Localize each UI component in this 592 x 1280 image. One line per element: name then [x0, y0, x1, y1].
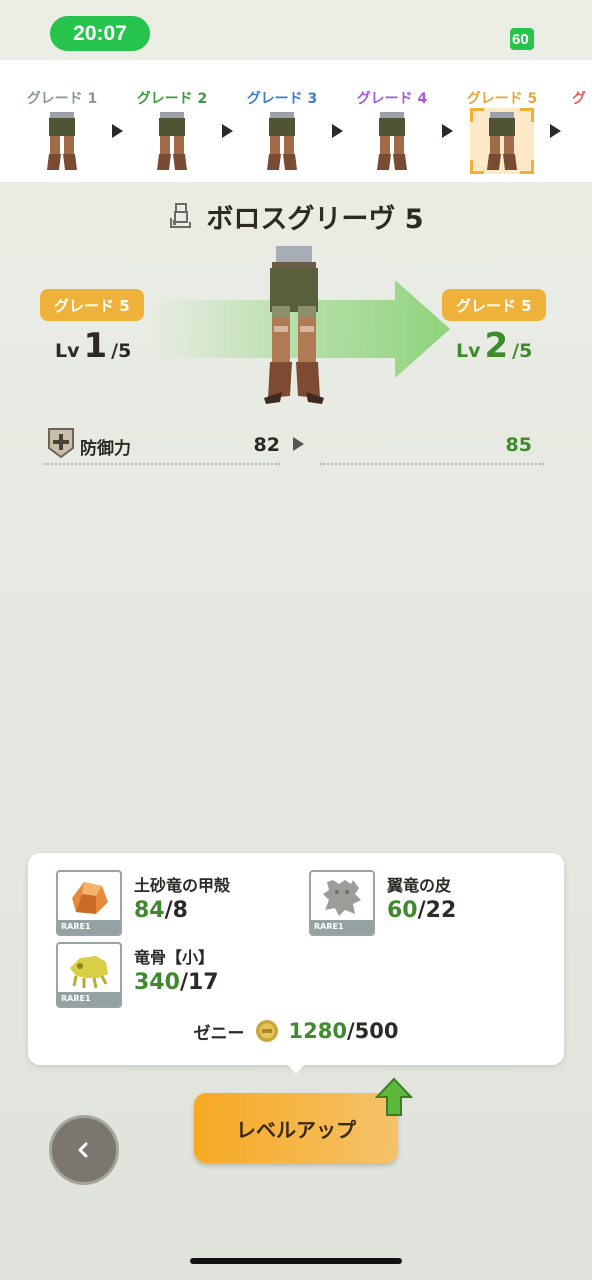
grade-tab-2[interactable]: グレード 2 — [122, 88, 222, 178]
up-arrow-icon — [375, 1077, 413, 1116]
grade-tab-label: グレード 4 — [356, 91, 428, 107]
chevron-left-icon — [78, 1142, 88, 1158]
divider — [44, 463, 280, 465]
material-count: 60/22 — [387, 898, 456, 923]
zeny-label: ゼニー — [193, 1023, 245, 1044]
next-grade-badge: グレード 5 — [442, 289, 546, 321]
material-need: /22 — [417, 898, 457, 923]
next-level-value: 2 — [484, 326, 509, 366]
next-level: Lv 2 /5 — [456, 326, 532, 366]
zeny-cost-row: ゼニー 1280/500 — [28, 1014, 564, 1048]
grade-tab-6[interactable]: グ — [572, 88, 592, 178]
grade-tab-3[interactable]: グレード 3 — [232, 88, 332, 178]
strip-arrow-icon — [550, 124, 561, 138]
greaves-thumbnail-icon — [487, 112, 517, 170]
panel-pointer — [286, 1063, 306, 1074]
zeny-coin-icon — [255, 1020, 278, 1042]
material-icon-box: RARE1 — [309, 870, 375, 936]
grade-selector-strip: グレード 1 グレード 2 グレード 3 グレード 4 グレード 5 グ — [0, 60, 592, 182]
equipment-title-row: ボロスグリーヴ 5 — [0, 196, 592, 236]
greaves-thumbnail-icon — [47, 112, 77, 170]
stat-arrow-icon — [293, 437, 304, 451]
grade-tab-label: グレード 3 — [246, 91, 318, 107]
current-level-max: /5 — [111, 340, 132, 362]
material-need: /17 — [179, 970, 219, 995]
current-grade-badge: グレード 5 — [40, 289, 144, 321]
current-level: Lv 1 /5 — [55, 326, 131, 366]
material-name: 土砂竜の甲殻 — [134, 876, 231, 895]
shell-material-icon — [72, 882, 108, 914]
material-have: 84 — [134, 898, 165, 923]
level-up-button[interactable]: レベルアップ — [194, 1093, 398, 1163]
material-need: /8 — [164, 898, 188, 923]
lv-prefix: Lv — [456, 340, 481, 362]
rarity-label: RARE1 — [311, 920, 373, 934]
material-item[interactable]: RARE1 翼竜の皮 60/22 — [309, 870, 549, 936]
greaves-thumbnail-icon — [267, 112, 297, 170]
back-button[interactable] — [49, 1115, 119, 1185]
grade-tab-label: グレード 1 — [26, 91, 98, 107]
material-item[interactable]: RARE1 土砂竜の甲殻 84/8 — [56, 870, 296, 936]
materials-panel: RARE1 土砂竜の甲殻 84/8 RARE1 翼竜の皮 60/22 RARE1… — [28, 853, 564, 1065]
material-name: 翼竜の皮 — [387, 876, 452, 895]
rarity-label: RARE1 — [58, 992, 120, 1006]
stat-before-value: 82 — [253, 434, 280, 456]
material-have: 340 — [134, 970, 180, 995]
grade-tab-label: グレード 2 — [136, 91, 208, 107]
grade-tab-4[interactable]: グレード 4 — [342, 88, 442, 178]
stat-after-value: 85 — [505, 434, 532, 456]
grade-tab-5-selected[interactable]: グレード 5 — [452, 88, 552, 178]
lv-prefix: Lv — [55, 340, 80, 362]
grade-tab-label: グレード 5 — [466, 91, 538, 107]
divider — [320, 463, 544, 465]
home-indicator[interactable] — [190, 1258, 402, 1264]
material-icon-box: RARE1 — [56, 870, 122, 936]
material-name: 竜骨【小】 — [134, 948, 215, 967]
stat-label-defense: 防御力 — [80, 439, 131, 459]
battery-indicator: 60 — [510, 28, 534, 50]
hide-material-icon — [323, 880, 361, 916]
current-level-value: 1 — [83, 326, 108, 366]
material-count: 340/17 — [134, 970, 219, 995]
material-have: 60 — [387, 898, 418, 923]
bone-material-icon — [70, 956, 108, 989]
grade-tab-label: グ — [572, 91, 586, 107]
greaves-thumbnail-icon — [157, 112, 187, 170]
next-level-max: /5 — [512, 340, 533, 362]
grade-tab-1[interactable]: グレード 1 — [12, 88, 112, 178]
equipment-name: ボロスグリーヴ 5 — [206, 203, 424, 235]
shield-icon — [48, 428, 74, 458]
greaves-preview-image — [264, 246, 324, 404]
greaves-thumbnail-icon — [377, 112, 407, 170]
rarity-label: RARE1 — [58, 920, 120, 934]
status-time: 20:07 — [50, 16, 150, 51]
equipment-type-icon — [170, 203, 192, 228]
zeny-have: 1280 — [288, 1019, 347, 1043]
zeny-count: 1280/500 — [289, 1019, 399, 1043]
zeny-need: /500 — [346, 1019, 399, 1043]
material-icon-box: RARE1 — [56, 942, 122, 1008]
material-item[interactable]: RARE1 竜骨【小】 340/17 — [56, 942, 296, 1008]
material-count: 84/8 — [134, 898, 188, 923]
